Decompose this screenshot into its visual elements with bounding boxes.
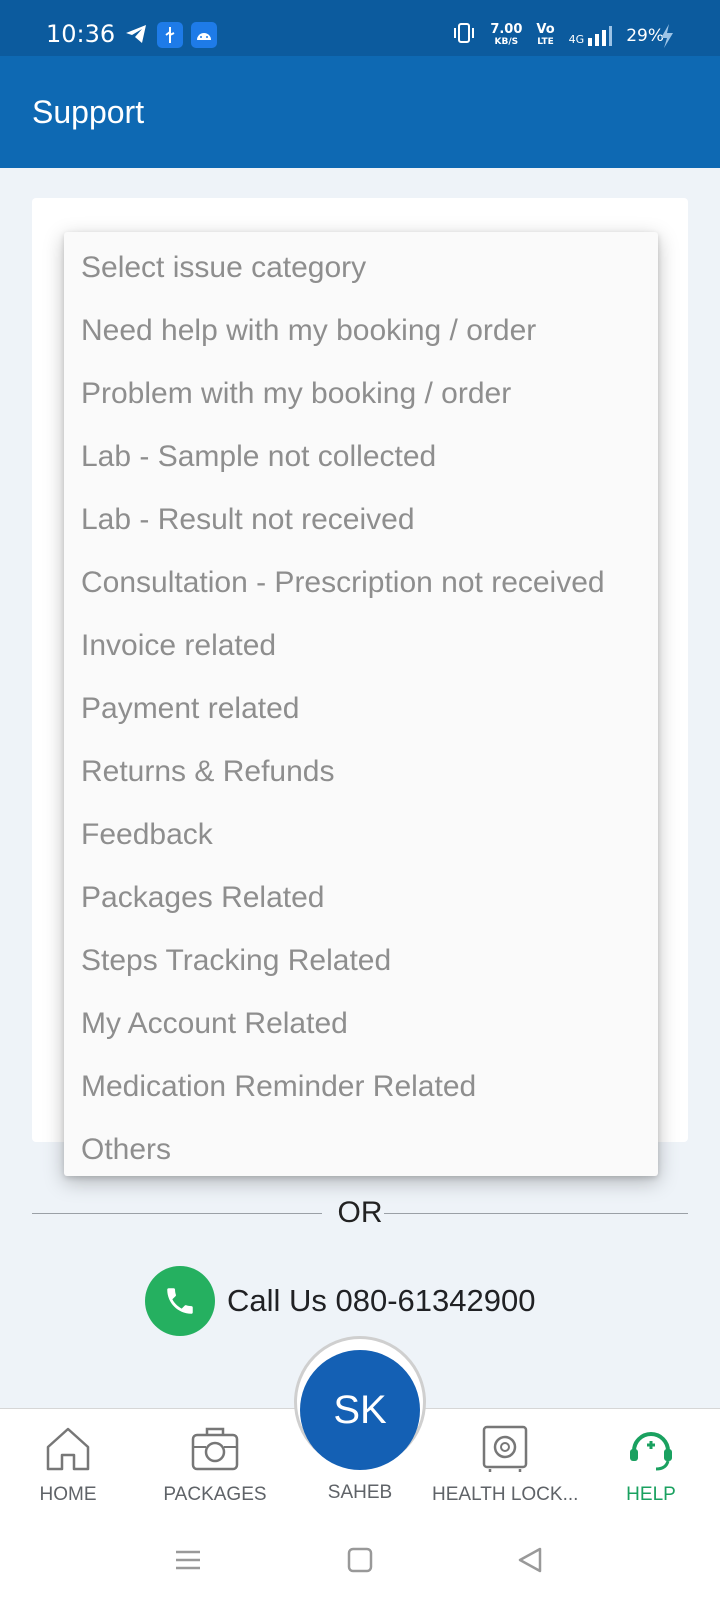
safe-icon [480, 1425, 530, 1477]
dropdown-option[interactable]: Packages Related [64, 866, 658, 929]
signal-icon: 4G [568, 25, 613, 46]
dropdown-option[interactable]: Need help with my booking / order [64, 299, 658, 362]
call-us-label: Call Us 080-61342900 [227, 1283, 536, 1318]
phone-icon [145, 1266, 215, 1336]
dropdown-option[interactable]: Invoice related [64, 614, 658, 677]
or-separator: OR [32, 1194, 688, 1234]
dropdown-option[interactable]: Lab - Result not received [64, 488, 658, 551]
dropdown-option[interactable]: My Account Related [64, 992, 658, 1055]
dropdown-option[interactable]: Returns & Refunds [64, 740, 658, 803]
nav-packages[interactable]: PACKAGES [163, 1425, 267, 1506]
nav-home[interactable]: HOME [38, 1425, 98, 1506]
speed-unit: KB/S [494, 36, 519, 47]
volte-top: Vo [536, 21, 555, 37]
nav-packages-label: PACKAGES [163, 1484, 267, 1505]
dropdown-option[interactable]: Payment related [64, 677, 658, 740]
nav-help[interactable]: HELP [616, 1425, 686, 1506]
nav-home-label: HOME [39, 1484, 97, 1505]
dropdown-option[interactable]: Problem with my booking / order [64, 362, 658, 425]
or-text: OR [337, 1196, 383, 1229]
call-us-button[interactable]: Call Us 080-61342900 [145, 1266, 536, 1336]
dropdown-option[interactable]: Feedback [64, 803, 658, 866]
nav-health-locker[interactable]: HEALTH LOCK... [432, 1425, 578, 1506]
page-title: Support [32, 94, 145, 130]
profile-name: SAHEB [327, 1482, 393, 1503]
dropdown-option[interactable]: Steps Tracking Related [64, 929, 658, 992]
dropdown-option[interactable]: Consultation - Prescription not received [64, 551, 658, 614]
nav-health-locker-label: HEALTH LOCK... [432, 1484, 579, 1505]
issue-category-dropdown[interactable]: Select issue category Need help with my … [64, 232, 658, 1176]
system-navigation-bar [0, 1528, 720, 1600]
home-icon [43, 1427, 93, 1477]
app-bar: Support [0, 56, 720, 168]
volte-indicator: Vo LTE [536, 21, 555, 48]
dropdown-option[interactable]: Medication Reminder Related [64, 1055, 658, 1118]
status-time: 10:36 [46, 20, 116, 48]
battery-level: 29% [626, 25, 664, 46]
network-speed: 7.00 KB/S [490, 21, 523, 48]
vibrate-icon [452, 22, 476, 49]
volte-bottom: LTE [537, 36, 554, 47]
back-triangle-icon[interactable] [516, 1546, 544, 1579]
android-icon [191, 22, 217, 48]
charging-icon [660, 24, 674, 53]
status-indicators: 7.00 KB/S Vo LTE 4G 29% [452, 22, 664, 49]
home-square-icon[interactable] [346, 1546, 374, 1579]
dropdown-option[interactable]: Others [64, 1118, 658, 1181]
briefcase-icon [190, 1427, 240, 1477]
nav-help-label: HELP [626, 1484, 676, 1505]
dropdown-option[interactable]: Lab - Sample not collected [64, 425, 658, 488]
menu-icon[interactable] [174, 1546, 202, 1579]
headset-icon [626, 1432, 676, 1477]
telegram-icon [124, 22, 148, 51]
network-type: 4G [568, 32, 585, 46]
profile-avatar[interactable]: SK [300, 1350, 420, 1470]
speed-value: 7.00 [490, 21, 523, 37]
usb-icon [157, 22, 183, 48]
status-bar: 10:36 7.00 KB/S Vo LTE 4G 29% [0, 0, 720, 56]
dropdown-option[interactable]: Select issue category [64, 236, 658, 299]
